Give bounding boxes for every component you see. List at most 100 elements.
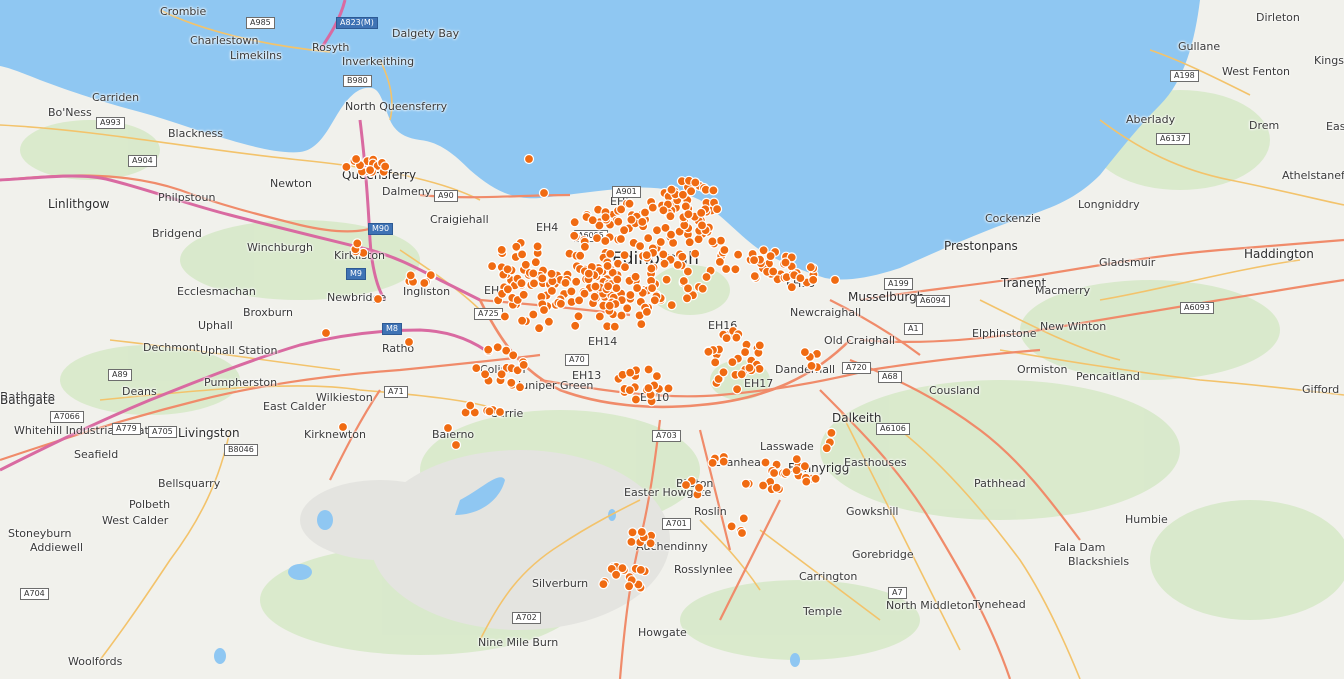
location-marker[interactable] <box>718 367 729 378</box>
location-marker[interactable] <box>537 273 548 284</box>
location-marker[interactable] <box>538 187 550 199</box>
location-marker[interactable] <box>718 456 729 467</box>
location-marker[interactable] <box>528 278 540 289</box>
location-marker[interactable] <box>611 283 622 294</box>
location-marker[interactable] <box>768 266 779 277</box>
location-marker[interactable] <box>708 185 719 196</box>
location-marker[interactable] <box>731 384 743 395</box>
location-marker[interactable] <box>625 289 636 301</box>
location-marker[interactable] <box>643 233 654 244</box>
location-marker[interactable] <box>748 255 760 266</box>
location-marker[interactable] <box>799 461 811 472</box>
location-marker[interactable] <box>707 457 718 468</box>
location-marker[interactable] <box>555 298 567 309</box>
location-marker[interactable] <box>570 320 581 331</box>
location-marker[interactable] <box>598 578 609 590</box>
location-marker[interactable] <box>566 286 577 297</box>
location-marker[interactable] <box>631 282 643 294</box>
location-marker[interactable] <box>721 333 732 344</box>
location-marker[interactable] <box>703 346 714 357</box>
location-marker[interactable] <box>623 581 635 592</box>
location-marker[interactable] <box>516 315 528 326</box>
location-marker[interactable] <box>496 369 507 380</box>
location-marker[interactable] <box>641 250 652 261</box>
location-marker[interactable] <box>684 237 695 248</box>
location-marker[interactable] <box>821 443 832 454</box>
location-marker[interactable] <box>791 454 802 465</box>
location-marker[interactable] <box>634 241 646 252</box>
location-marker[interactable] <box>637 216 648 227</box>
location-marker[interactable] <box>740 478 752 489</box>
location-marker[interactable] <box>337 421 349 433</box>
location-marker[interactable] <box>514 382 526 393</box>
location-marker[interactable] <box>749 271 760 282</box>
location-marker[interactable] <box>630 394 642 405</box>
location-marker[interactable] <box>616 310 627 321</box>
location-marker[interactable] <box>693 482 705 493</box>
location-marker[interactable] <box>579 241 591 252</box>
location-marker[interactable] <box>736 369 747 380</box>
location-marker[interactable] <box>600 235 611 247</box>
location-marker[interactable] <box>583 268 594 279</box>
location-marker[interactable] <box>683 209 694 220</box>
location-marker[interactable] <box>665 229 677 240</box>
location-marker[interactable] <box>661 274 672 285</box>
location-marker[interactable] <box>613 216 624 227</box>
location-marker[interactable] <box>720 263 732 275</box>
location-marker[interactable] <box>405 270 416 281</box>
location-marker[interactable] <box>651 371 663 382</box>
location-marker[interactable] <box>465 400 476 411</box>
location-marker[interactable] <box>419 277 430 289</box>
location-marker[interactable] <box>625 367 636 378</box>
location-marker[interactable] <box>594 311 605 322</box>
location-marker[interactable] <box>502 264 513 275</box>
location-marker[interactable] <box>604 300 615 311</box>
location-marker[interactable] <box>667 237 679 248</box>
location-marker[interactable] <box>619 250 630 261</box>
location-marker[interactable] <box>590 281 601 292</box>
location-marker[interactable] <box>707 236 718 247</box>
location-marker[interactable] <box>380 161 391 172</box>
location-marker[interactable] <box>450 439 462 451</box>
location-marker[interactable] <box>680 479 692 491</box>
location-marker[interactable] <box>624 385 635 396</box>
location-marker[interactable] <box>630 271 641 282</box>
location-marker[interactable] <box>672 259 683 270</box>
location-marker[interactable] <box>795 273 806 284</box>
location-marker[interactable] <box>685 186 697 197</box>
location-marker[interactable] <box>626 536 637 548</box>
location-marker[interactable] <box>523 153 535 165</box>
location-marker[interactable] <box>520 259 531 270</box>
location-marker[interactable] <box>682 266 694 277</box>
location-marker[interactable] <box>600 212 611 223</box>
location-marker[interactable] <box>681 293 693 304</box>
location-marker[interactable] <box>560 277 571 288</box>
location-marker[interactable] <box>715 235 727 246</box>
location-marker[interactable] <box>372 293 384 305</box>
location-marker[interactable] <box>624 198 635 209</box>
location-marker[interactable] <box>696 220 708 231</box>
location-marker[interactable] <box>736 527 748 539</box>
location-marker[interactable] <box>731 332 742 343</box>
location-marker[interactable] <box>646 283 658 294</box>
location-marker[interactable] <box>744 362 755 373</box>
location-marker[interactable] <box>506 377 517 388</box>
location-marker[interactable] <box>605 248 616 259</box>
location-marker[interactable] <box>765 251 776 262</box>
location-marker[interactable] <box>610 569 622 580</box>
location-marker[interactable] <box>826 427 837 438</box>
location-marker[interactable] <box>538 304 550 316</box>
location-marker[interactable] <box>487 261 498 272</box>
location-marker[interactable] <box>484 406 495 417</box>
location-marker[interactable] <box>829 274 841 286</box>
location-marker[interactable] <box>518 289 529 300</box>
location-marker[interactable] <box>655 236 666 248</box>
location-marker[interactable] <box>618 225 630 236</box>
location-marker[interactable] <box>754 340 765 351</box>
location-marker[interactable] <box>546 285 558 296</box>
location-marker[interactable] <box>808 274 819 285</box>
location-marker[interactable] <box>643 383 654 394</box>
location-marker[interactable] <box>666 184 677 195</box>
location-marker[interactable] <box>658 249 669 260</box>
location-marker[interactable] <box>602 260 613 272</box>
